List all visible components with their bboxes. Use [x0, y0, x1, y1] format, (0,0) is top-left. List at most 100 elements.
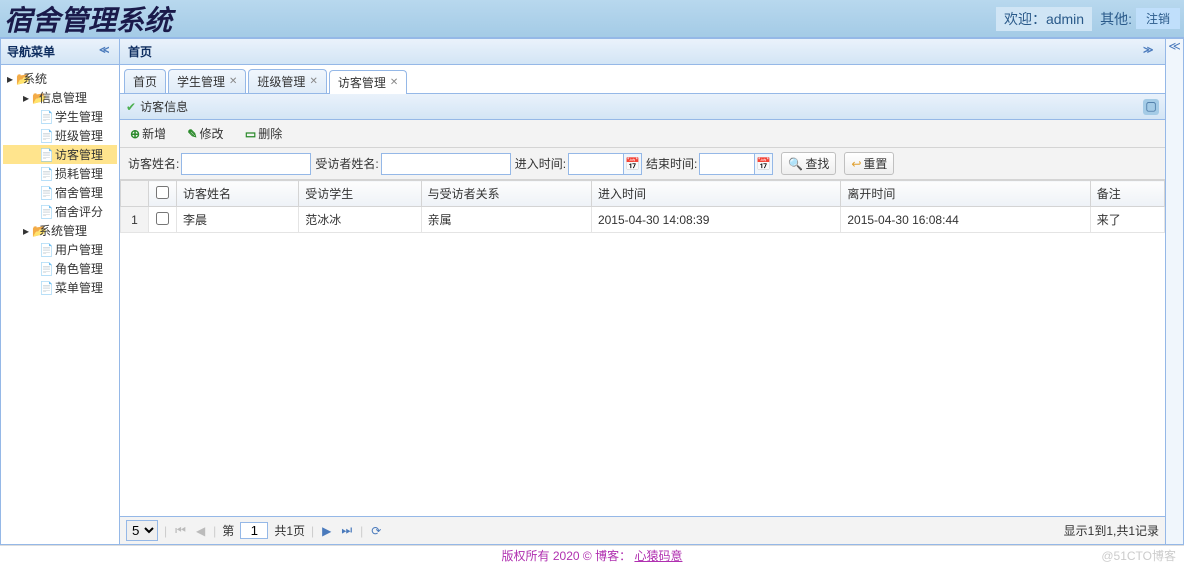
close-icon[interactable]: ✕ — [309, 76, 317, 87]
visited-name-label: 受访者姓名: — [315, 155, 378, 172]
app-header: 宿舍管理系统 欢迎：admin 其他: 注销 — [0, 0, 1184, 38]
end-time-label: 结束时间: — [646, 155, 697, 172]
edit-icon: ✎ — [187, 127, 197, 141]
data-grid: 访客姓名受访学生与受访者关系进入时间离开时间备注1李晨范冰冰亲属2015-04-… — [120, 180, 1165, 516]
close-icon[interactable]: ✕ — [229, 76, 237, 87]
pager-first-button[interactable]: ⏮ — [173, 523, 188, 538]
folder-open-icon: ▸ 📂 — [7, 72, 21, 86]
tree-node-学生管理[interactable]: 📄学生管理 — [3, 107, 117, 126]
footer: 版权所有 2020 © 博客： 心猿码意 @51CTO博客 — [0, 545, 1184, 565]
select-all-checkbox[interactable] — [156, 186, 169, 199]
visitor-name-input[interactable] — [181, 153, 311, 175]
table-row[interactable]: 1李晨范冰冰亲属2015-04-30 14:08:392015-04-30 16… — [121, 207, 1165, 233]
page-icon: 📄 — [39, 167, 53, 181]
page-icon: 📄 — [39, 186, 53, 200]
tree-node-菜单管理[interactable]: 📄菜单管理 — [3, 278, 117, 297]
grid-header[interactable]: 离开时间 — [841, 181, 1090, 207]
collapse-west-icon[interactable]: ≪ — [99, 45, 113, 59]
end-time-input[interactable] — [699, 153, 755, 175]
panel-header: ✔ 访客信息 ▢ — [120, 94, 1165, 120]
page-title: 首页 — [128, 43, 152, 60]
tree-node-损耗管理[interactable]: 📄损耗管理 — [3, 164, 117, 183]
page-size-select[interactable]: 5 — [126, 520, 158, 541]
calendar-icon[interactable]: 📅 — [755, 153, 773, 175]
footer-link[interactable]: 心猿码意 — [634, 549, 682, 563]
welcome-label: 欢迎：admin — [996, 7, 1092, 31]
page-icon: 📄 — [39, 262, 53, 276]
east-expand-button[interactable]: ≪ — [1166, 38, 1184, 545]
tree-node-系统管理[interactable]: ▸ 📂系统管理 — [3, 221, 117, 240]
total-pages-label: 共1页 — [274, 522, 305, 539]
app-logo: 宿舍管理系统 — [4, 0, 172, 39]
tree-node-用户管理[interactable]: 📄用户管理 — [3, 240, 117, 259]
folder-open-icon: ▸ 📂 — [23, 91, 37, 105]
nav-title: 导航菜单 — [7, 43, 55, 60]
page-label-prefix: 第 — [222, 522, 234, 539]
visitor-name-label: 访客姓名: — [128, 155, 179, 172]
check-icon: ✔ — [126, 100, 136, 114]
reset-button[interactable]: ↩重置 — [844, 152, 894, 175]
edit-button[interactable]: ✎修改 — [183, 123, 227, 144]
tab-首页[interactable]: 首页 — [124, 69, 166, 93]
tab-学生管理[interactable]: 学生管理✕ — [168, 69, 246, 93]
search-icon: 🔍 — [788, 157, 803, 171]
center-region: 首页 ≫ 首页学生管理✕班级管理✕访客管理✕ ✔ 访客信息 ▢ ⊕新增 ✎修改 ▭… — [120, 38, 1166, 545]
tree-node-宿舍管理[interactable]: 📄宿舍管理 — [3, 183, 117, 202]
toolbar: ⊕新增 ✎修改 ▭删除 — [120, 120, 1165, 148]
grid-header[interactable]: 受访学生 — [299, 181, 421, 207]
page-number-input[interactable] — [240, 522, 268, 539]
logout-button[interactable]: 注销 — [1136, 8, 1180, 29]
pager-prev-button[interactable]: ◀ — [194, 524, 207, 538]
tree-node-角色管理[interactable]: 📄角色管理 — [3, 259, 117, 278]
page-icon: 📄 — [39, 205, 53, 219]
page-icon: 📄 — [39, 243, 53, 257]
grid-header[interactable]: 与受访者关系 — [421, 181, 591, 207]
in-time-label: 进入时间: — [515, 155, 566, 172]
header-right: 欢迎：admin 其他: 注销 — [996, 7, 1180, 31]
grid-header[interactable]: 进入时间 — [591, 181, 840, 207]
other-label: 其他: — [1100, 9, 1132, 29]
footer-copyright: 版权所有 2020 © 博客： — [502, 549, 632, 563]
watermark: @51CTO博客 — [1101, 546, 1176, 566]
delete-button[interactable]: ▭删除 — [241, 123, 286, 144]
pager: 5 | ⏮ ◀ | 第 共1页 | ▶ ⏭ | ⟳ 显示1到1,共1记录 — [120, 516, 1165, 544]
search-bar: 访客姓名: 受访者姓名: 进入时间: 📅 结束时间: 📅 🔍查找 ↩重置 — [120, 148, 1165, 180]
grid-header-row: 访客姓名受访学生与受访者关系进入时间离开时间备注 — [121, 181, 1165, 207]
row-checkbox[interactable] — [156, 212, 169, 225]
add-icon: ⊕ — [130, 127, 140, 141]
in-time-input[interactable] — [568, 153, 624, 175]
search-button[interactable]: 🔍查找 — [781, 152, 836, 175]
grid-header[interactable]: 备注 — [1090, 181, 1164, 207]
nav-tree: ▸ 📂系统▸ 📂信息管理📄学生管理📄班级管理📄访客管理📄损耗管理📄宿舍管理📄宿舍… — [1, 65, 119, 544]
center-header: 首页 ≫ — [120, 39, 1165, 65]
reset-icon: ↩ — [851, 157, 861, 171]
tree-node-班级管理[interactable]: 📄班级管理 — [3, 126, 117, 145]
pager-last-button[interactable]: ⏭ — [339, 523, 354, 538]
pager-display-msg: 显示1到1,共1记录 — [1064, 522, 1159, 539]
nav-header: 导航菜单 ≪ — [1, 39, 119, 65]
pager-refresh-button[interactable]: ⟳ — [369, 524, 383, 538]
pager-next-button[interactable]: ▶ — [320, 524, 333, 538]
tab-访客管理[interactable]: 访客管理✕ — [329, 70, 407, 94]
grid-header[interactable]: 访客姓名 — [177, 181, 299, 207]
folder-open-icon: ▸ 📂 — [23, 224, 37, 238]
tab-bar: 首页学生管理✕班级管理✕访客管理✕ — [120, 65, 1165, 94]
panel-title: 访客信息 — [140, 100, 188, 114]
page-icon: 📄 — [39, 110, 53, 124]
close-icon[interactable]: ✕ — [390, 77, 398, 88]
tree-node-系统[interactable]: ▸ 📂系统 — [3, 69, 117, 88]
delete-icon: ▭ — [245, 127, 256, 141]
collapse-east-icon[interactable]: ≫ — [1143, 45, 1157, 59]
page-icon: 📄 — [39, 281, 53, 295]
tree-node-宿舍评分[interactable]: 📄宿舍评分 — [3, 202, 117, 221]
calendar-icon[interactable]: 📅 — [624, 153, 642, 175]
tree-node-访客管理[interactable]: 📄访客管理 — [3, 145, 117, 164]
page-icon: 📄 — [39, 148, 53, 162]
visited-name-input[interactable] — [381, 153, 511, 175]
page-icon: 📄 — [39, 129, 53, 143]
tree-node-信息管理[interactable]: ▸ 📂信息管理 — [3, 88, 117, 107]
nav-sidebar: 导航菜单 ≪ ▸ 📂系统▸ 📂信息管理📄学生管理📄班级管理📄访客管理📄损耗管理📄… — [0, 38, 120, 545]
add-button[interactable]: ⊕新增 — [126, 123, 170, 144]
tab-班级管理[interactable]: 班级管理✕ — [248, 69, 326, 93]
panel-collapse-button[interactable]: ▢ — [1143, 99, 1159, 115]
